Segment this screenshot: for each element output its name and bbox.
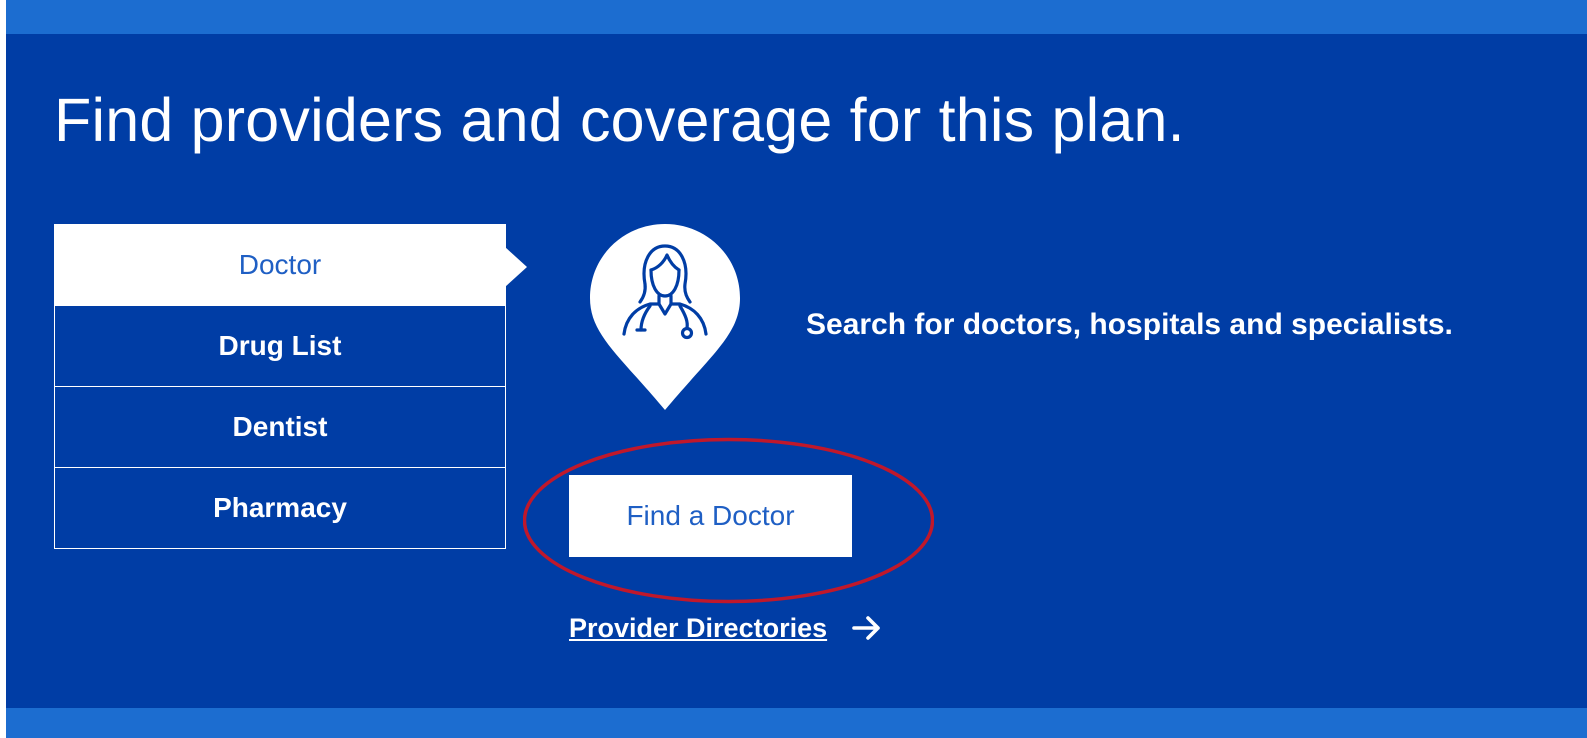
arrow-right-icon: [852, 616, 880, 640]
search-description: Search for doctors, hospitals and specia…: [806, 308, 1453, 341]
tab-pharmacy[interactable]: Pharmacy: [54, 468, 506, 549]
doctor-location-pin-icon: [590, 224, 740, 410]
page-title: Find providers and coverage for this pla…: [54, 86, 1185, 154]
provider-directories-label: Provider Directories: [569, 613, 828, 643]
tab-doctor[interactable]: Doctor: [54, 224, 527, 306]
page: Find providers and coverage for this pla…: [0, 0, 1587, 738]
tab-dentist[interactable]: Dentist: [54, 387, 506, 468]
provider-directories-link[interactable]: Provider Directories: [569, 610, 883, 646]
tab-drug-list[interactable]: Drug List: [54, 306, 506, 387]
top-band: [6, 0, 1587, 34]
bottom-band: [6, 708, 1587, 738]
find-a-doctor-button[interactable]: Find a Doctor: [569, 475, 852, 557]
provider-type-tabs: Doctor Drug List Dentist Pharmacy: [54, 224, 527, 549]
